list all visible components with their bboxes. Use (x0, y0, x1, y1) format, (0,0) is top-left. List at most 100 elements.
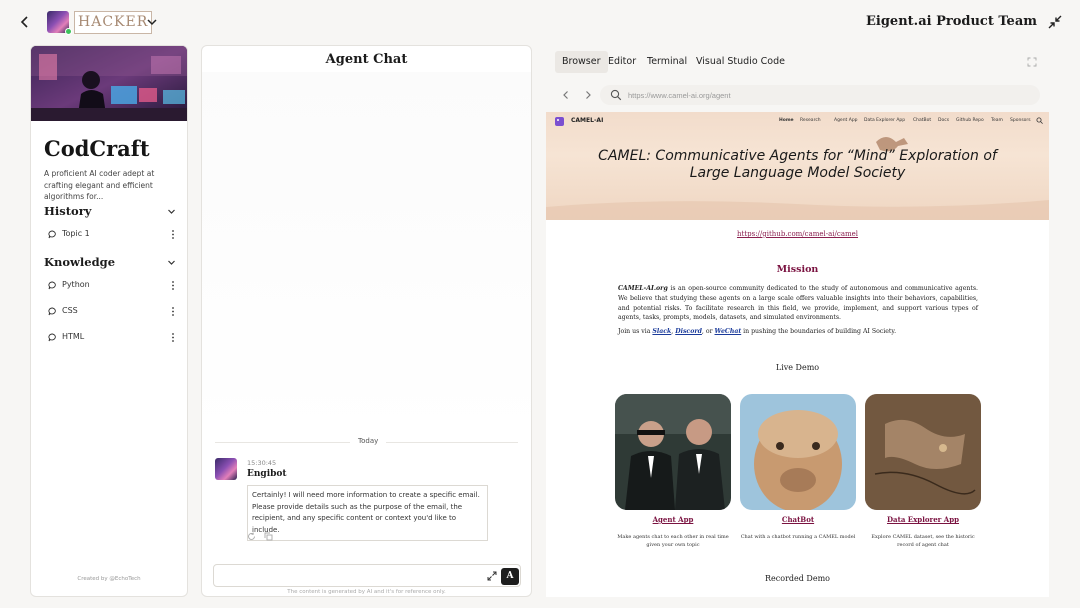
regenerate-icon[interactable] (247, 532, 256, 541)
history-item-label: Topic 1 (62, 229, 90, 238)
url-input[interactable] (628, 87, 1028, 103)
chatbot-link[interactable]: ChatBot (740, 515, 856, 524)
site-nav-research[interactable]: Research (800, 118, 821, 123)
knowledge-item-label: HTML (62, 332, 85, 341)
site-nav-team[interactable]: Team (991, 118, 1003, 123)
mission-body: is an open-source community dedicated to… (618, 285, 978, 322)
knowledge-item-label: CSS (62, 306, 78, 315)
hero-title-line-1: CAMEL: Communicative Agents for “Mind” E… (598, 148, 997, 164)
ai-disclaimer: The content is generated by AI and it's … (287, 589, 446, 595)
profile-cover-image (31, 46, 187, 121)
wechat-link[interactable]: WeChat (715, 328, 742, 335)
join-suffix: in pushing the boundaries of building AI… (741, 328, 897, 335)
site-nav-chatbot[interactable]: ChatBot (913, 118, 931, 123)
agent-chat-panel: Agent Chat Today 15:30:45 Engibot Certai… (201, 45, 532, 597)
chat-bubble-icon (48, 281, 57, 290)
knowledge-item-label: Python (62, 280, 90, 289)
history-item-topic-1[interactable]: Topic 1 (48, 227, 176, 243)
day-label: Today (350, 437, 387, 445)
more-vertical-icon[interactable] (170, 280, 176, 291)
collapse-icon[interactable] (1048, 15, 1062, 29)
mission-org-name: CAMEL-AI.org (618, 285, 668, 292)
address-bar[interactable] (600, 85, 1040, 105)
history-title: History (44, 204, 92, 218)
send-button[interactable]: A (501, 568, 519, 585)
mission-heading: Mission (776, 264, 819, 275)
data-explorer-link[interactable]: Data Explorer App (865, 515, 981, 524)
chevron-down-icon[interactable] (146, 16, 158, 28)
site-nav-agent-app[interactable]: Agent App (834, 118, 858, 123)
tab-browser[interactable]: Browser (555, 51, 608, 73)
browser-forward-icon[interactable] (583, 90, 593, 100)
knowledge-item-html[interactable]: HTML (48, 330, 176, 346)
top-bar: HACKER Eigent.ai Product Team (0, 0, 1080, 44)
more-vertical-icon[interactable] (170, 332, 176, 343)
site-nav-sponsors[interactable]: Sponsors (1010, 118, 1031, 123)
bot-avatar (215, 458, 237, 480)
workspace-panel: Browser Editor Terminal Visual Studio Co… (546, 45, 1049, 597)
back-arrow-icon[interactable] (18, 15, 32, 29)
created-by-credit: Created by @EchoTech (77, 576, 141, 582)
join-separator: , or (701, 328, 715, 335)
data-explorer-image[interactable] (865, 394, 981, 510)
site-logo-text[interactable]: CAMEL-AI (571, 117, 603, 124)
knowledge-item-python[interactable]: Python (48, 278, 176, 294)
slack-link[interactable]: Slack (652, 328, 671, 335)
site-nav-github[interactable]: Github Repo (956, 118, 984, 123)
message-timestamp: 15:30:45 (247, 459, 277, 467)
tab-terminal[interactable]: Terminal (640, 51, 694, 73)
tab-vscode[interactable]: Visual Studio Code (689, 51, 792, 73)
more-vertical-icon[interactable] (170, 229, 176, 240)
join-prefix: Join us via (618, 328, 653, 335)
camel-logo-icon[interactable] (554, 115, 566, 127)
expand-icon[interactable] (487, 571, 497, 581)
site-hero-banner: CAMEL-AI Home Research Agent App Data Ex… (546, 112, 1049, 220)
knowledge-title: Knowledge (44, 255, 116, 269)
chevron-down-icon[interactable] (167, 258, 176, 267)
more-vertical-icon[interactable] (170, 306, 176, 317)
chat-title: Agent Chat (325, 52, 408, 67)
live-demo-heading: Live Demo (775, 363, 820, 372)
site-nav-home[interactable]: Home (779, 118, 794, 123)
site-nav-data-explorer[interactable]: Data Explorer App (864, 118, 905, 123)
profile-name: CodCraft (44, 136, 150, 161)
site-navbar: CAMEL-AI Home Research Agent App Data Ex… (546, 112, 1049, 130)
site-search-icon[interactable] (1036, 117, 1043, 124)
message-input[interactable] (220, 568, 470, 584)
knowledge-section-header[interactable]: Knowledge (44, 255, 176, 271)
agent-app-image[interactable] (615, 394, 731, 510)
data-explorer-description: Explore CAMEL dataset, see the historic … (871, 534, 975, 548)
github-link[interactable]: https://github.com/camel-ai/camel (546, 230, 1049, 238)
fullscreen-icon[interactable] (1027, 57, 1037, 67)
hero-title: CAMEL: Communicative Agents for “Mind” E… (546, 148, 1049, 182)
profile-description: A proficient AI coder adept at crafting … (44, 169, 155, 201)
chat-bubble-icon (48, 230, 57, 239)
history-section-header[interactable]: History (44, 204, 176, 220)
discord-link[interactable]: Discord (675, 328, 702, 335)
copy-icon[interactable] (264, 532, 273, 541)
team-title: Eigent.ai Product Team (866, 14, 1037, 29)
chat-bubble-icon (48, 307, 57, 316)
chat-bubble-icon (48, 333, 57, 342)
agent-app-description: Make agents chat to each other in real t… (617, 534, 729, 548)
chat-message-area[interactable] (202, 72, 531, 440)
browser-back-icon[interactable] (561, 90, 571, 100)
agent-app-link[interactable]: Agent App (615, 515, 731, 524)
join-paragraph: Join us via Slack, Discord, or WeChat in… (618, 328, 978, 335)
chatbot-image[interactable] (740, 394, 856, 510)
message-bubble: Certainly! I will need more information … (247, 485, 488, 541)
mission-paragraph: CAMEL-AI.org is an open-source community… (618, 284, 978, 323)
chat-input-box[interactable]: A (213, 564, 521, 587)
message-sender: Engibot (247, 469, 287, 479)
chevron-down-icon[interactable] (167, 207, 176, 216)
tab-editor[interactable]: Editor (601, 51, 643, 73)
hero-title-line-2: Large Language Model Society (689, 165, 906, 181)
knowledge-item-css[interactable]: CSS (48, 304, 176, 320)
recorded-demo-heading: Recorded Demo (765, 574, 830, 583)
agent-name-badge[interactable]: HACKER (74, 11, 153, 34)
search-icon (610, 89, 622, 101)
browser-viewport: CAMEL-AI Home Research Agent App Data Ex… (546, 112, 1049, 597)
chatbot-description: Chat with a chatbot running a CAMEL mode… (740, 534, 856, 540)
site-nav-docs[interactable]: Docs (938, 118, 949, 123)
online-status-dot (65, 28, 72, 35)
